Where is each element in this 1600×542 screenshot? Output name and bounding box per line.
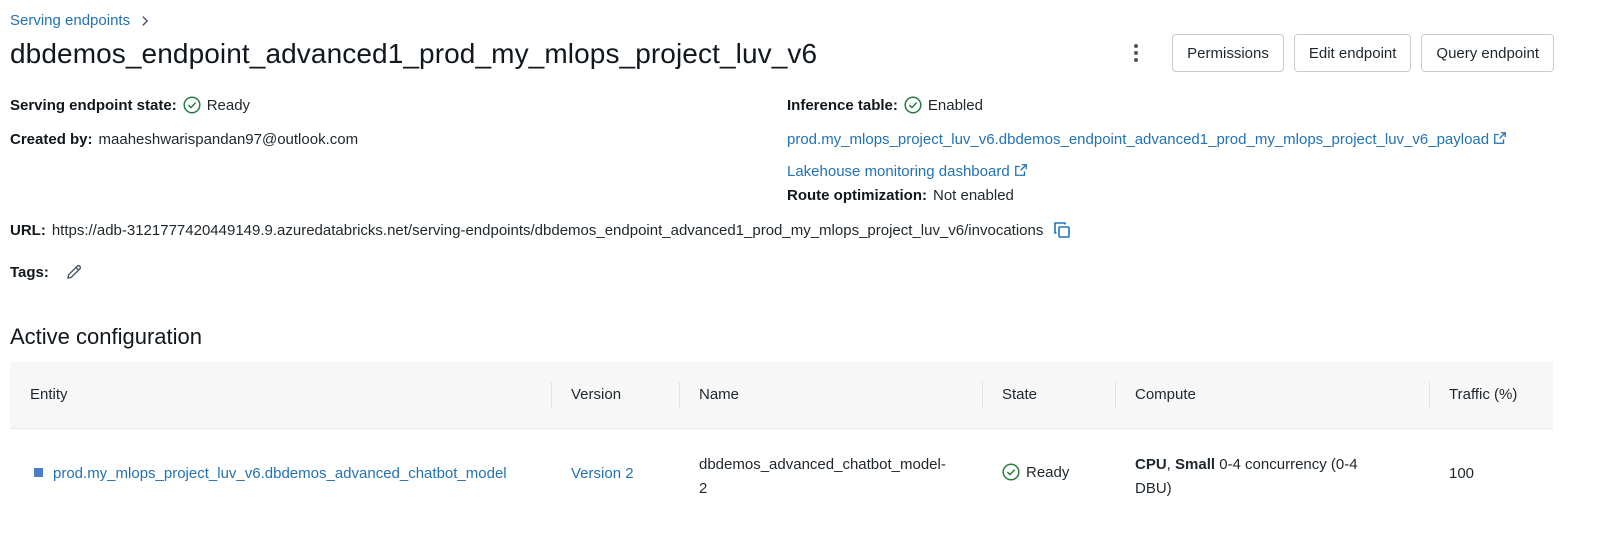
endpoint-state-label: Serving endpoint state: — [10, 96, 177, 114]
column-header-state[interactable]: State — [1002, 362, 1037, 428]
column-header-entity[interactable]: Entity — [30, 362, 68, 428]
tags-label: Tags: — [10, 263, 49, 281]
created-by-row: Created by: maaheshwarispandan97@outlook… — [10, 131, 358, 148]
page-title: dbdemos_endpoint_advanced1_prod_my_mlops… — [10, 38, 818, 69]
check-circle-icon — [183, 96, 201, 114]
compute-cell: CPU, Small 0-4 concurrency (0-4 DBU) — [1135, 453, 1358, 501]
table-header: Entity Version Name State Compute Traffi… — [10, 362, 1553, 429]
compute-concurrency: 0-4 concurrency (0-4 — [1215, 456, 1358, 473]
name-line-2: 2 — [699, 480, 708, 497]
payload-table-link-text[interactable]: prod.my_mlops_project_luv_v6.dbdemos_end… — [787, 131, 1489, 148]
compute-size: Small — [1175, 456, 1216, 473]
endpoint-state-value: Ready — [206, 96, 251, 114]
route-optimization-label: Route optimization: — [787, 187, 927, 204]
compute-dbu: DBU) — [1135, 480, 1172, 497]
check-circle-icon — [1002, 463, 1020, 481]
state-value: Ready — [1026, 463, 1070, 481]
monitoring-dashboard-link[interactable]: Lakehouse monitoring dashboard — [787, 163, 1028, 180]
query-endpoint-button[interactable]: Query endpoint — [1421, 34, 1554, 72]
endpoint-state-row: Serving endpoint state: Ready — [10, 96, 250, 114]
external-link-icon — [1014, 164, 1027, 176]
active-configuration-heading: Active configuration — [10, 324, 202, 349]
column-divider — [551, 382, 552, 408]
column-header-compute[interactable]: Compute — [1135, 362, 1196, 428]
url-row: URL: https://adb-3121777420449149.9.azur… — [10, 221, 1071, 239]
route-optimization-value: Not enabled — [932, 187, 1014, 204]
column-divider — [982, 382, 983, 408]
column-divider — [679, 382, 680, 408]
entity-link[interactable]: prod.my_mlops_project_luv_v6.dbdemos_adv… — [53, 465, 507, 482]
name-line-1: dbdemos_advanced_chatbot_model- — [699, 456, 946, 473]
column-divider — [1429, 382, 1430, 408]
created-by-value: maaheshwarispandan97@outlook.com — [98, 131, 359, 148]
chevron-right-icon — [142, 15, 149, 26]
column-divider — [1115, 382, 1116, 408]
payload-table-link[interactable]: prod.my_mlops_project_luv_v6.dbdemos_end… — [787, 131, 1507, 148]
inference-table-row: Inference table: Enabled — [787, 96, 983, 114]
breadcrumb: Serving endpoints — [10, 12, 152, 29]
version-cell: Version 2 — [571, 465, 634, 482]
state-cell: Ready — [1002, 463, 1069, 481]
monitoring-dashboard-link-text[interactable]: Lakehouse monitoring dashboard — [787, 163, 1010, 180]
pencil-icon[interactable] — [65, 263, 83, 281]
column-header-traffic[interactable]: Traffic (%) — [1449, 362, 1517, 428]
breadcrumb-serving-endpoints-link[interactable]: Serving endpoints — [10, 12, 130, 29]
url-value: https://adb-3121777420449149.9.azuredata… — [51, 221, 1044, 239]
check-circle-icon — [904, 96, 922, 114]
route-optimization-row: Route optimization: Not enabled — [787, 187, 1014, 204]
edit-endpoint-button[interactable]: Edit endpoint — [1293, 34, 1412, 72]
column-header-version[interactable]: Version — [571, 362, 621, 428]
inference-table-value: Enabled — [927, 96, 983, 114]
compute-cpu: CPU — [1135, 456, 1167, 473]
created-by-label: Created by: — [10, 131, 93, 148]
traffic-cell: 100 — [1449, 465, 1475, 482]
tags-row: Tags: — [10, 263, 83, 281]
entity-cell: prod.my_mlops_project_luv_v6.dbdemos_adv… — [34, 465, 507, 482]
active-configuration-table: Entity Version Name State Compute Traffi… — [10, 362, 1553, 523]
kebab-menu-icon[interactable] — [1126, 33, 1146, 73]
entity-square-icon — [34, 468, 43, 477]
name-cell: dbdemos_advanced_chatbot_model- 2 — [699, 453, 946, 501]
version-link[interactable]: Version 2 — [571, 465, 634, 482]
column-header-name[interactable]: Name — [699, 362, 739, 428]
table-row: prod.my_mlops_project_luv_v6.dbdemos_adv… — [10, 429, 1553, 523]
external-link-icon — [1494, 132, 1507, 144]
copy-icon[interactable] — [1053, 221, 1071, 239]
inference-table-label: Inference table: — [787, 96, 898, 114]
url-label: URL: — [10, 221, 46, 239]
compute-separator: , — [1166, 456, 1176, 473]
header-actions: Permissions Edit endpoint Query endpoint — [1126, 33, 1554, 73]
permissions-button[interactable]: Permissions — [1172, 34, 1284, 72]
